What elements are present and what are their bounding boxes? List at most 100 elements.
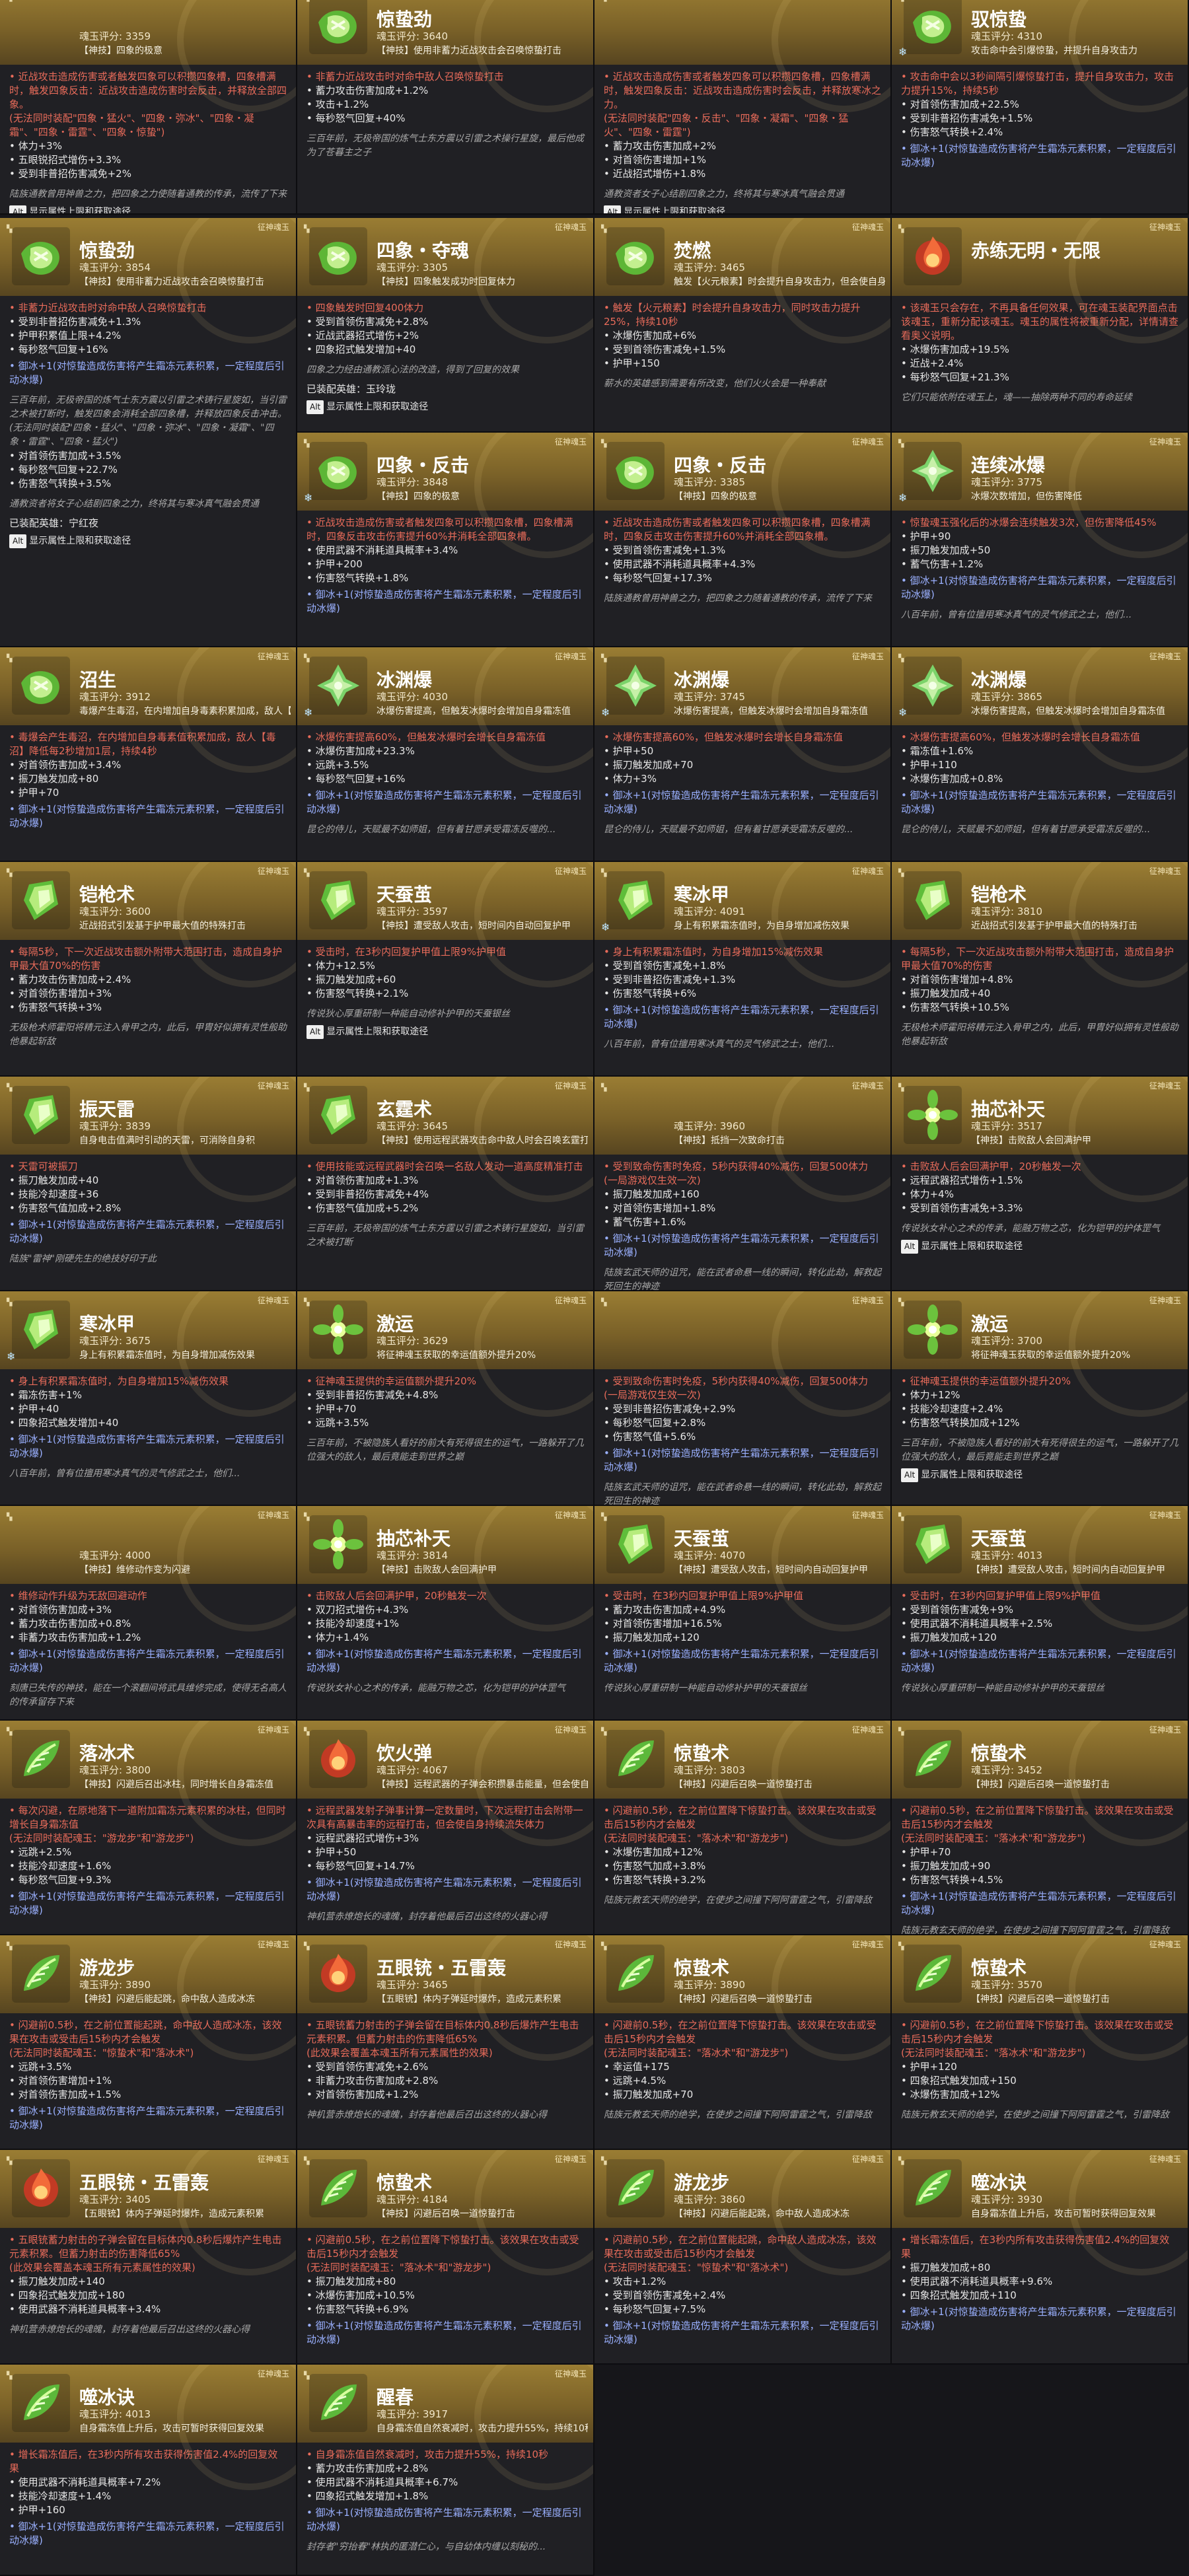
soul-jade-card[interactable]: 征神魂玉 ▚ ❄ 寒冰甲 魂玉评分: 4091 身上有积累霜冻值时，为自身增加减伤效果 • …	[594, 862, 892, 1077]
soul-jade-card[interactable]: 征神魂玉 ▚ 醒春 魂玉评分: 3917 自身霜冻值自然衰减时，攻击力提升55%，持续1…	[297, 2365, 594, 2576]
attribute-line: • 远跳+3.5%	[306, 1417, 369, 1429]
soul-jade-card[interactable]: 征神魂玉 ▚ 惊蛰劲 魂玉评分: 3854 【神技】使用非蓄力近战攻击会召唤惊蛰打击 • …	[0, 218, 297, 647]
soul-jade-card[interactable]: 征神魂玉 ▚ 惊蛰术 魂玉评分: 3452 【神技】闪避后召唤一道惊蛰打击 • 闪避前0.…	[892, 1721, 1189, 1935]
soul-jade-card[interactable]: ▚魂玉评分: 3359【神技】四象的极意• 近战攻击造成伤害或者触发四象可以积攒…	[0, 0, 297, 215]
soul-jade-card[interactable]: 征神魂玉 ▚ 惊蛰术 魂玉评分: 3890 【神技】闪避后召唤一道惊蛰打击 • 闪避前0.…	[594, 1935, 892, 2150]
corner-rune-icon: ▚	[601, 1083, 607, 1092]
jade-name: 寒冰甲	[79, 1313, 135, 1335]
soul-jade-card[interactable]: 征神魂玉 ▚ 四象・夺魂 魂玉评分: 3305 【神技】四象触发成功时回复体力 • 四象触…	[297, 218, 594, 433]
soul-jade-card[interactable]: 征神魂玉 ▚ 五眼铳・五雷轰 魂玉评分: 3465 【五眼铳】体内子弹延时爆炸，造成元素…	[297, 1935, 594, 2150]
jade-name: 五眼铳・五雷轰	[377, 1957, 507, 1979]
soul-jade-card[interactable]: 征神魂玉 ▚ 噬冰诀 魂玉评分: 4013 自身霜冻值上升后，攻击可暂时获得回复效果 • …	[0, 2365, 297, 2576]
soul-jade-card[interactable]: 征神魂玉 ▚ ❄ 冰渊爆 魂玉评分: 3865 冰爆伤害提高，但触发冰爆时会增加自身霜冻值…	[892, 647, 1189, 862]
soul-jade-card[interactable]: 征神魂玉 ▚ 落冰术 魂玉评分: 3800 【神技】闪避后召出冰柱，同时增长自身霜冻值 •…	[0, 1721, 297, 1935]
attribute-line: • 受到首领伤害减免+2.4%	[604, 2289, 726, 2301]
alt-hint[interactable]: Alt 显示属性上限和获取途径	[306, 400, 584, 414]
attribute-line: • 体力+3%	[9, 140, 62, 152]
soul-jade-card[interactable]: 征神魂玉 ▚ 抽芯补天 魂玉评分: 3814 【神技】击败敌人会回满护甲 • 击败敌人后会…	[297, 1506, 594, 1721]
alt-hint[interactable]: Alt 显示属性上限和获取途径	[306, 1025, 584, 1039]
card-header: 征神魂玉 ▚ 抽芯补天 魂玉评分: 3517 【神技】击败敌人会回满护甲	[892, 1077, 1188, 1202]
card-header: 征神魂玉 ▚ 激运 魂玉评分: 3629 将征神魂玉获取的幸运值额外提升20%	[297, 1291, 593, 1417]
jade-short-description: 自身霜冻值上升后，攻击可暂时获得回复效果	[79, 2423, 264, 2434]
alt-hint[interactable]: Alt 显示属性上限和获取途径	[9, 534, 287, 548]
corner-rune-icon: ▚	[7, 1942, 13, 1950]
soul-jade-card[interactable]: 征神魂玉 ▚ 天蚕茧 魂玉评分: 3597 【神技】遭受敌人攻击，短时间内自动回复护甲 •…	[297, 862, 594, 1077]
corner-rune-icon: ▚	[304, 439, 310, 448]
alt-hint[interactable]: Alt 显示属性上限和获取途径	[9, 205, 287, 213]
soul-jade-card[interactable]: 征神魂玉 ▚ 抽芯补天 魂玉评分: 3517 【神技】击败敌人会回满护甲 • 击败敌人后会…	[892, 1077, 1189, 1291]
soul-jade-card[interactable]: 征神魂玉▚❄驭惊蛰魂玉评分: 4310攻击命中会引爆惊蛰，并提升自身攻击力• 攻…	[892, 0, 1189, 215]
soul-jade-card[interactable]: 征神魂玉 ▚ 噬冰诀 魂玉评分: 3930 自身霜冻值上升后，攻击可暂时获得回复效果 • …	[892, 2150, 1189, 2365]
soul-jade-card[interactable]: 征神魂玉 ▚ 天蚕茧 魂玉评分: 4013 【神技】遭受敌人攻击，短时间内自动回复护甲 •…	[892, 1506, 1189, 1721]
jade-name: 四象・反击	[674, 454, 767, 476]
corner-rune-icon: ▚	[898, 0, 904, 2]
soul-jade-card[interactable]: 征神魂玉▚• 近战攻击造成伤害或者触发四象可以积攒四象槽，四象槽满时，触发四象反…	[594, 0, 892, 215]
jade-score: 魂玉评分: 3600	[79, 906, 151, 917]
attribute-line: • 每秒怒气回复+7.5%	[604, 2303, 706, 2315]
attribute-line: • 冰爆伤害加成+10.5%	[306, 2289, 415, 2301]
soul-jade-card[interactable]: 征神魂玉 ▚ 游龙步 魂玉评分: 3860 【神技】闪避后能起跳，命中敌人造成冰冻 • 闪…	[594, 2150, 892, 2365]
corner-rune-icon: ▚	[7, 2157, 13, 2165]
soul-jade-card[interactable]: 征神魂玉 ▚ 饮火弹 魂玉评分: 4067 【神技】远程武器的子弹会积攒暴击能量，但会使…	[297, 1721, 594, 1935]
soul-jade-card-grid: ▚魂玉评分: 3359【神技】四象的极意• 近战攻击造成伤害或者触发四象可以积攒…	[0, 0, 1189, 2576]
soul-jade-card[interactable]: 征神魂玉 ▚ 振天雷 魂玉评分: 3839 自身电击值满时引动的天雷，可消除自身积 • 天…	[0, 1077, 297, 1291]
card-header: 征神魂玉 ▚ ❄ 四象・反击 魂玉评分: 3848 【神技】四象的极意	[297, 433, 593, 558]
card-header: 征神魂玉 ▚ ❄ 驭惊蛰魂玉评分: 4310 攻击命中会引爆惊蛰，并提升自身攻击力	[892, 0, 1188, 112]
attribute-line: • 受到非普招伤害减免+2%	[9, 168, 131, 180]
soul-jade-card[interactable]: 征神魂玉 ▚ 铠枪术 魂玉评分: 3600 近战招式引发基于护甲最大值的特殊打击 • 每隔…	[0, 862, 297, 1077]
soul-jade-card[interactable]: 征神魂玉 ▚ 惊蛰术 魂玉评分: 3570 【神技】闪避后召唤一道惊蛰打击 • 闪避前0.…	[892, 1935, 1189, 2150]
soul-jade-card[interactable]: 征神魂玉 ▚ 天蚕茧 魂玉评分: 4070 【神技】遭受敌人攻击，短时间内自动回复护甲 •…	[594, 1506, 892, 1721]
soul-jade-card[interactable]: 征神魂玉 ▚ 魂玉评分: 3960 【神技】抵挡一次致命打击 • 受到致命伤害时免疫，5…	[594, 1077, 892, 1291]
soul-jade-card[interactable]: 征神魂玉 ▚ ❄ 冰渊爆 魂玉评分: 4030 冰爆伤害提高，但触发冰爆时会增加自身霜冻值…	[297, 647, 594, 862]
green-leaf-icon	[12, 2374, 70, 2432]
red-fire-icon	[904, 227, 962, 285]
attribute-line: • 伤害怒气转换+2.1%	[306, 987, 409, 999]
flavor-text: 陆族玄武天师的诅咒，能在武者命悬一线的瞬间，转化此劫，解救起死回生的神迹	[604, 1268, 881, 1291]
green-leaf-icon	[12, 1730, 70, 1788]
soul-jade-card[interactable]: 征神魂玉 ▚ ❄ 寒冰甲 魂玉评分: 3675 身上有积累霜冻值时，为自身增加减伤效果 • …	[0, 1291, 297, 1506]
alt-hint[interactable]: Alt 显示属性上限和获取途径	[604, 205, 881, 213]
soul-jade-card[interactable]: 征神魂玉 ▚ 赤练无明・无限 • 该魂玉只会存在，不再具备任何效果，可在魂玉装配界面点…	[892, 218, 1189, 433]
jade-score: 魂玉评分: 3814	[377, 1550, 448, 1561]
soul-jade-card[interactable]: 征神魂玉 ▚ • 受到致命伤害时免疫，5秒内获得40%减伤，回复500体力(一局游戏…	[594, 1291, 892, 1506]
attribute-line: • 护甲+70	[9, 787, 59, 799]
soul-jade-card[interactable]: 征神魂玉 ▚ ❄ 冰渊爆 魂玉评分: 3745 冰爆伤害提高，但触发冰爆时会增加自身霜冻值…	[594, 647, 892, 862]
card-class-label: 征神魂玉	[257, 1725, 289, 1735]
green-talisman-icon	[309, 227, 367, 285]
soul-jade-card[interactable]: 征神魂玉 ▚ 沼生魂玉评分: 3912 毒爆产生毒沼，在内增加自身毒素积累加成，敌人【…	[0, 647, 297, 862]
green-gem-icon	[904, 871, 962, 929]
soul-jade-card[interactable]: 征神魂玉 ▚ 五眼铳・五雷轰 魂玉评分: 3405 【五眼铳】体内子弹延时爆炸，造成元素…	[0, 2150, 297, 2365]
card-class-label: 征神魂玉	[257, 1940, 289, 1949]
jade-name: 冰渊爆	[971, 669, 1027, 691]
jade-short-description: 【五眼铳】体内子弹延时爆炸，造成元素积累	[377, 1994, 561, 2005]
soul-jade-card[interactable]: 征神魂玉 ▚ 玄霆术 魂玉评分: 3645 【神技】使用远程武器攻击命中敌人时会召唤玄霆…	[297, 1077, 594, 1291]
soul-jade-card[interactable]: 征神魂玉 ▚ 惊蛰劲魂玉评分: 3640 【神技】使用非蓄力近战攻击会召唤惊蛰打击 • …	[297, 0, 594, 215]
green-leaf-icon	[12, 1945, 70, 2003]
card-header: ▚ 魂玉评分: 3359 【神技】四象的极意	[0, 0, 296, 112]
soul-jade-card[interactable]: 征神魂玉 ▚ 焚燃 魂玉评分: 3465 触发【火元粮素】时会提升自身攻击力，但会使自身…	[594, 218, 892, 433]
soul-jade-card[interactable]: 征神魂玉 ▚ 游龙步 魂玉评分: 3890 【神技】闪避后能起跳，命中敌人造成冰冻 • 闪…	[0, 1935, 297, 2150]
jade-short-description: 【神技】使用非蓄力近战攻击会召唤惊蛰打击	[377, 46, 561, 56]
alt-hint[interactable]: Alt 显示属性上限和获取途径	[901, 1468, 1178, 1482]
attribute-line: • 冰爆伤害加成+19.5%	[901, 343, 1009, 355]
attribute-line: • 每秒怒气回复+16%	[306, 773, 406, 785]
soul-jade-card[interactable]: 征神魂玉 ▚ 铠枪术 魂玉评分: 3810 近战招式引发基于护甲最大值的特殊打击 • 每隔…	[892, 862, 1189, 1077]
attribute-line: • 使用武器不消耗道具概率+9.6%	[901, 2275, 1053, 2287]
flavor-text: 陆族元教玄天师的绝学，在使步之间撞下阿阿雷霆之气，引雷降敌	[901, 2110, 1169, 2120]
jade-score: 魂玉评分: 3305	[377, 262, 448, 273]
jade-name: 惊蛰术	[377, 2172, 433, 2194]
soul-jade-card[interactable]: 征神魂玉 ▚ ❄ 四象・反击 魂玉评分: 3848 【神技】四象的极意 • 近战攻击造成伤害…	[297, 433, 594, 647]
soul-jade-card[interactable]: 征神魂玉 ▚ 惊蛰术 魂玉评分: 3803 【神技】闪避后召唤一道惊蛰打击 • 闪避前0.…	[594, 1721, 892, 1935]
corner-rune-icon: ▚	[601, 869, 607, 877]
soul-jade-card[interactable]: 征神魂玉 ▚ ❄ 连续冰爆 魂玉评分: 3775 冰爆次数增加，但伤害降低 • 惊蛰魂玉强化…	[892, 433, 1189, 647]
attribute-line: • 技能冷却速度+1.4%	[9, 2490, 112, 2502]
soul-jade-card[interactable]: 征神魂玉 ▚ 激运 魂玉评分: 3700 将征神魂玉获取的幸运值额外提升20% • 征神魂…	[892, 1291, 1189, 1506]
soul-jade-card[interactable]: 征神魂玉 ▚ 激运 魂玉评分: 3629 将征神魂玉获取的幸运值额外提升20% • 征神魂…	[297, 1291, 594, 1506]
flavor-text: 八百年前，曾有位擅用寒冰真气的灵气修武之士，他们...	[9, 1468, 240, 1479]
soul-jade-card[interactable]: 征神魂玉 ▚ 惊蛰术 魂玉评分: 4184 【神技】闪避后召唤一道惊蛰打击 • 闪避前0.…	[297, 2150, 594, 2365]
flavor-text: 三百年前，不被隐族人看好的前大有死得很生的运气，一路躲开了几位强大的敌人，最后竟…	[901, 1438, 1178, 1462]
soul-jade-card[interactable]: 征神魂玉 ▚ 魂玉评分: 4000 【神技】维修动作变为闪避 • 维修动作升级为无敌回避…	[0, 1506, 297, 1721]
soul-jade-card[interactable]: 征神魂玉 ▚ 四象・反击 魂玉评分: 3385 【神技】四象的极意 • 近战攻击造成伤害或…	[594, 433, 892, 647]
jade-score: 魂玉评分: 3597	[377, 906, 448, 917]
alt-hint[interactable]: Alt 显示属性上限和获取途径	[901, 1240, 1178, 1254]
